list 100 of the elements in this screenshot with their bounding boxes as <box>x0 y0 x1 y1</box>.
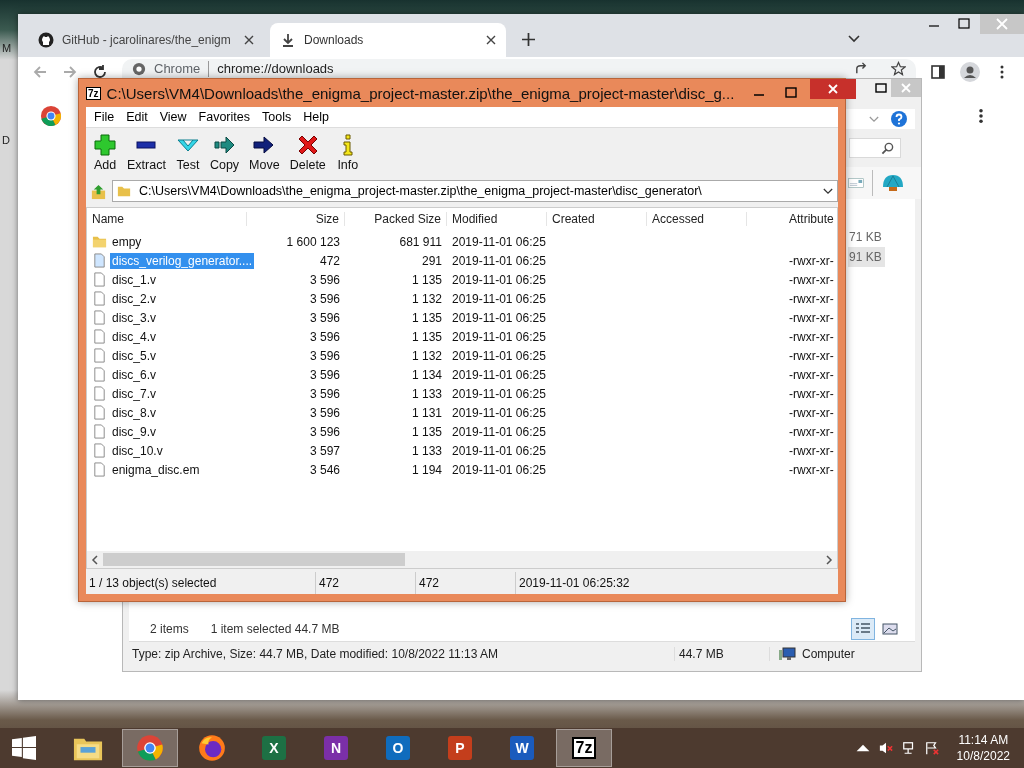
file-name[interactable]: disc_2.v <box>110 290 159 307</box>
table-cell-text: 2019-11-01 06:25 <box>451 386 547 401</box>
taskbar-app[interactable]: 7z <box>556 729 612 767</box>
column-header[interactable]: Created <box>547 212 647 226</box>
file-name[interactable]: disc_1.v <box>110 271 159 288</box>
table-cell-text: 3 546 <box>308 462 341 477</box>
toolbar-button[interactable]: Delete <box>284 134 331 172</box>
file-icon <box>92 253 107 268</box>
column-header[interactable]: Size <box>247 212 345 226</box>
file-name[interactable]: disc_4.v <box>110 328 159 345</box>
menu-item[interactable]: Help <box>297 110 335 124</box>
share-icon[interactable] <box>854 61 869 76</box>
file-name[interactable]: disc_7.v <box>110 385 159 402</box>
column-header[interactable]: Name <box>87 212 247 226</box>
file-row[interactable]: 91 KB <box>848 247 885 267</box>
new-tab-icon[interactable] <box>522 33 535 46</box>
selection-info: 1 item selected 44.7 MB <box>210 622 340 636</box>
toolbar-button[interactable]: Test <box>170 134 205 172</box>
toolbar-button[interactable]: Copy <box>204 134 245 172</box>
table-cell-text: 1 133 <box>410 386 443 401</box>
flag-icon[interactable] <box>923 741 940 755</box>
search-field[interactable] <box>849 138 901 158</box>
taskbar-app[interactable]: W <box>494 729 550 767</box>
shell-icon[interactable] <box>881 173 905 193</box>
folder-up-icon[interactable] <box>90 182 107 200</box>
menu-item[interactable]: Tools <box>256 110 298 124</box>
file-name[interactable]: disc_9.v <box>110 423 159 440</box>
office-app-logo: X <box>262 736 286 760</box>
office-app-logo: P <box>448 736 472 760</box>
table-cell-text: 3 596 <box>308 291 341 306</box>
chevron-down-icon[interactable] <box>848 35 860 43</box>
toolbar-button[interactable]: Info <box>330 134 365 172</box>
side-panel-icon[interactable] <box>930 64 946 80</box>
file-name[interactable]: enigma_disc.em <box>110 461 202 478</box>
github-icon <box>38 32 54 48</box>
arrow-right-icon <box>212 134 237 156</box>
table-cell: -rwxr-xr- <box>789 462 834 477</box>
toolbar-button[interactable]: Extract <box>122 134 171 172</box>
browser-tab[interactable]: GitHub - jcarolinares/the_enigm <box>28 23 264 57</box>
file-row[interactable]: 71 KB <box>848 227 885 247</box>
table-cell-text: 2019-11-01 06:25 <box>451 234 547 249</box>
column-header[interactable]: Modified <box>447 212 547 226</box>
close-tab-icon[interactable] <box>244 35 254 45</box>
column-header[interactable]: Packed Size <box>345 212 447 226</box>
menu-item[interactable]: Favorites <box>192 110 256 124</box>
column-header[interactable]: Accessed <box>647 212 747 226</box>
taskbar-app[interactable]: O <box>370 729 426 767</box>
volume-muted-icon[interactable] <box>877 741 894 755</box>
taskbar-app[interactable]: X <box>246 729 302 767</box>
office-app-logo: O <box>386 736 410 760</box>
toolbar-button[interactable]: Move <box>244 134 285 172</box>
table-cell-text: 2019-11-01 06:25 <box>451 367 547 382</box>
table-cell-text: 1 132 <box>410 348 443 363</box>
table-cell-text: 3 596 <box>308 367 341 382</box>
file-name[interactable]: disc_3.v <box>110 309 159 326</box>
details-view-icon[interactable] <box>851 618 875 640</box>
table-cell-text: 2019-11-01 06:25 <box>451 405 547 420</box>
start-button[interactable] <box>12 736 36 760</box>
close-icon[interactable] <box>810 79 857 99</box>
window-title: C:\Users\VM4\Downloads\the_enigma_project-master.zip\the_enigma_project-master\disc_g... <box>106 84 735 102</box>
menu-item[interactable]: File <box>88 110 121 124</box>
file-name[interactable]: disc_10.v <box>110 442 165 459</box>
folder-icon <box>117 184 131 198</box>
file-name[interactable]: disc_8.v <box>110 404 159 421</box>
table-cell-text: 3 596 <box>308 310 341 325</box>
close-tab-icon[interactable] <box>486 35 496 45</box>
preview-pane-icon[interactable] <box>848 176 864 190</box>
taskbar-app[interactable]: N <box>308 729 364 767</box>
table-cell: -rwxr-xr- <box>789 405 834 420</box>
table-cell-text: 3 596 <box>308 405 341 420</box>
download-icon <box>280 32 296 48</box>
taskbar-app[interactable]: P <box>432 729 488 767</box>
reload-icon[interactable] <box>92 64 108 80</box>
star-icon[interactable] <box>891 61 906 76</box>
plus-icon <box>93 134 117 156</box>
file-icon <box>92 348 107 363</box>
file-name[interactable]: disc_6.v <box>110 366 159 383</box>
column-header[interactable]: Attribute <box>747 212 835 226</box>
help-icon[interactable] <box>891 111 907 127</box>
app-logo: 7z <box>86 86 101 100</box>
profile-icon[interactable] <box>960 62 980 82</box>
menu-item[interactable]: View <box>153 110 193 124</box>
file-name[interactable]: disc_5.v <box>110 347 159 364</box>
address-bar[interactable]: Chrome chrome://downloads <box>122 59 916 78</box>
table-cell-text: 3 596 <box>308 272 341 287</box>
table-cell-text: 291 <box>420 253 443 268</box>
clock-time[interactable]: 11:14 AM <box>958 732 1009 748</box>
desktop-icon-label: M <box>2 42 12 54</box>
more-options-icon[interactable] <box>978 108 984 124</box>
browser-tab[interactable]: Downloads <box>270 23 506 57</box>
horizontal-scrollbar[interactable] <box>87 551 837 568</box>
status-field: 2019-11-01 06:25:32 <box>516 572 838 594</box>
table-cell-text: 1 600 123 <box>285 234 341 249</box>
chevron-down-icon[interactable] <box>823 187 833 195</box>
table-cell-text: 3 596 <box>308 348 341 363</box>
file-name[interactable]: empy <box>110 233 144 250</box>
path-field[interactable]: C:\Users\VM4\Downloads\the_enigma_project-master.zip\the_enigma_project-master\disc_generator\ <box>112 180 838 202</box>
menu-item[interactable]: Edit <box>120 110 154 124</box>
toolbar-button[interactable]: Add <box>88 134 122 172</box>
clock-date[interactable]: 10/8/2022 <box>956 748 1010 764</box>
